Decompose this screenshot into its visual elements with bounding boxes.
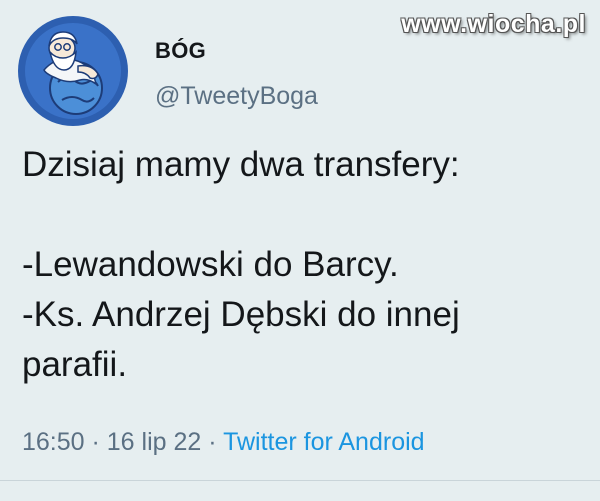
tweet-time[interactable]: 16:50 [22,428,85,456]
tweet-meta: 16:50 · 16 lip 22 · Twitter for Android [22,428,425,457]
god-figure-avatar-icon [18,16,128,126]
tweet-text: Dzisiaj mamy dwa transfery: -Lewandowski… [22,140,592,390]
tweet-date[interactable]: 16 lip 22 [107,428,202,456]
tweet-line: -Lewandowski do Barcy. [22,245,399,284]
avatar[interactable] [18,16,128,126]
meta-separator: · [84,428,107,456]
divider [0,480,600,481]
tweet-line: parafii. [22,345,128,384]
watermark: www.wiocha.pl [401,10,586,38]
author-handle[interactable]: @TweetyBoga [155,82,318,111]
tweet-line: Dzisiaj mamy dwa transfery: [22,145,460,184]
tweet-line: -Ks. Andrzej Dębski do innej [22,295,460,334]
tweet-card: www.wiocha.pl BÓG @TweetyBoga Dzisiaj ma… [0,0,600,501]
meta-separator: · [201,428,224,456]
tweet-source-link[interactable]: Twitter for Android [223,428,424,456]
author-name[interactable]: BÓG [155,38,206,64]
